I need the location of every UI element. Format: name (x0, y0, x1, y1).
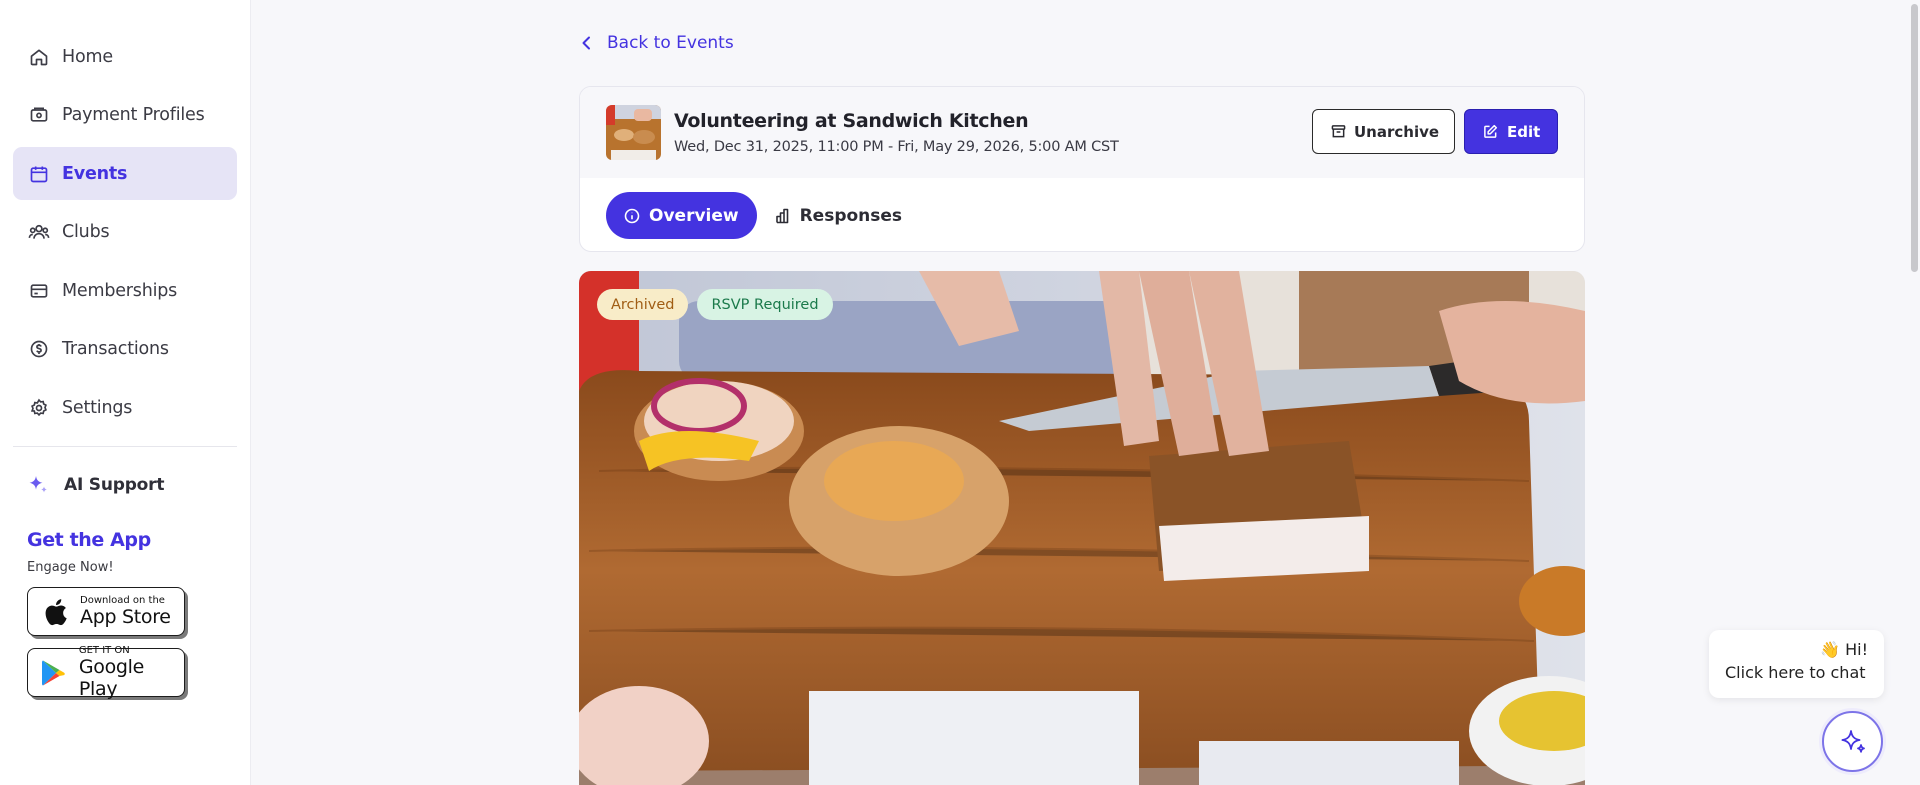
chat-prompt-text: Click here to chat (1725, 663, 1866, 682)
sidebar-item-home[interactable]: Home (13, 30, 237, 83)
bar-chart-icon (775, 207, 792, 224)
tab-responses[interactable]: Responses (767, 192, 920, 239)
sidebar-item-transactions[interactable]: Transactions (13, 323, 237, 376)
event-hero-image: Archived RSVP Required (579, 271, 1585, 785)
unarchive-button[interactable]: Unarchive (1312, 109, 1455, 154)
google-play-small-text: GET IT ON (78, 645, 130, 656)
event-badges: Archived RSVP Required (597, 289, 833, 320)
app-store-big-text: App Store (80, 606, 171, 628)
card-icon (28, 280, 50, 302)
chevron-left-icon (582, 36, 590, 50)
sidebar-item-label: Memberships (62, 280, 178, 301)
event-date-range: Wed, Dec 31, 2025, 11:00 PM - Fri, May 2… (674, 139, 1119, 155)
get-app-section: Get the App Engage Now! Download on the … (0, 529, 250, 700)
tab-overview[interactable]: Overview (606, 192, 757, 239)
archive-icon (1331, 124, 1346, 140)
sidebar-item-label: Payment Profiles (62, 105, 205, 125)
sidebar-item-label: Clubs (62, 222, 110, 242)
sidebar-item-label: Settings (62, 397, 133, 418)
sandwich-photo (579, 271, 1585, 785)
archived-badge: Archived (597, 289, 689, 320)
sidebar-item-label: Events (62, 163, 128, 184)
edit-button[interactable]: Edit (1464, 109, 1558, 154)
sidebar-item-clubs[interactable]: Clubs (13, 206, 237, 259)
ai-support-link[interactable]: AI Support (13, 469, 237, 501)
google-play-badge[interactable]: GET IT ON Google Play (27, 645, 185, 700)
ai-support-label: AI Support (64, 475, 165, 495)
event-tabs: Overview Responses (580, 178, 1584, 251)
back-link-label: Back to Events (607, 33, 734, 53)
scrollbar-thumb[interactable] (1911, 4, 1918, 272)
event-header-card: Volunteering at Sandwich Kitchen Wed, De… (579, 86, 1585, 252)
info-icon (624, 207, 641, 224)
page-scrollbar[interactable] (1908, 0, 1920, 785)
get-app-subtitle: Engage Now! (27, 560, 114, 575)
sidebar-item-events[interactable]: Events (13, 147, 237, 200)
event-actions: Unarchive Edit (1312, 109, 1558, 154)
event-title: Volunteering at Sandwich Kitchen (674, 110, 1029, 132)
sparkle-icon (26, 473, 50, 497)
tab-label: Responses (799, 205, 903, 226)
event-thumbnail (606, 105, 661, 160)
google-play-icon (40, 658, 69, 688)
sidebar-item-settings[interactable]: Settings (13, 381, 237, 434)
sidebar-item-label: Home (62, 46, 113, 67)
edit-label: Edit (1507, 122, 1541, 141)
get-app-title: Get the App (27, 529, 151, 551)
dollar-circle-icon (28, 338, 50, 360)
sidebar: Home Payment Profiles Events Clubs Membe… (0, 0, 251, 785)
users-icon (28, 221, 50, 243)
rsvp-required-badge: RSVP Required (697, 289, 833, 320)
sparkle-icon (1841, 729, 1865, 753)
wallet-icon (28, 104, 50, 126)
chat-launcher-button[interactable] (1822, 711, 1883, 772)
tab-label: Overview (649, 205, 739, 226)
edit-icon (1483, 124, 1499, 140)
unarchive-label: Unarchive (1354, 122, 1440, 141)
sidebar-divider (13, 446, 237, 447)
chat-hi-text: 👋 Hi! (1820, 640, 1868, 659)
sidebar-item-memberships[interactable]: Memberships (13, 264, 237, 317)
chat-greeting-bubble[interactable]: 👋 Hi! Click here to chat (1709, 630, 1884, 698)
back-to-events-link[interactable]: Back to Events (579, 33, 734, 53)
app-store-badge[interactable]: Download on the App Store (27, 587, 185, 636)
google-play-big-text: Google Play (78, 656, 145, 700)
app-store-small-text: Download on the (80, 595, 165, 606)
event-header: Volunteering at Sandwich Kitchen Wed, De… (580, 87, 1584, 178)
apple-icon (40, 597, 70, 627)
sidebar-item-label: Transactions (62, 339, 169, 359)
sidebar-item-payment-profiles[interactable]: Payment Profiles (13, 89, 237, 142)
calendar-icon (28, 163, 50, 185)
sidebar-nav: Home Payment Profiles Events Clubs Membe… (0, 0, 250, 434)
home-icon (28, 46, 50, 68)
gear-icon (28, 397, 50, 419)
